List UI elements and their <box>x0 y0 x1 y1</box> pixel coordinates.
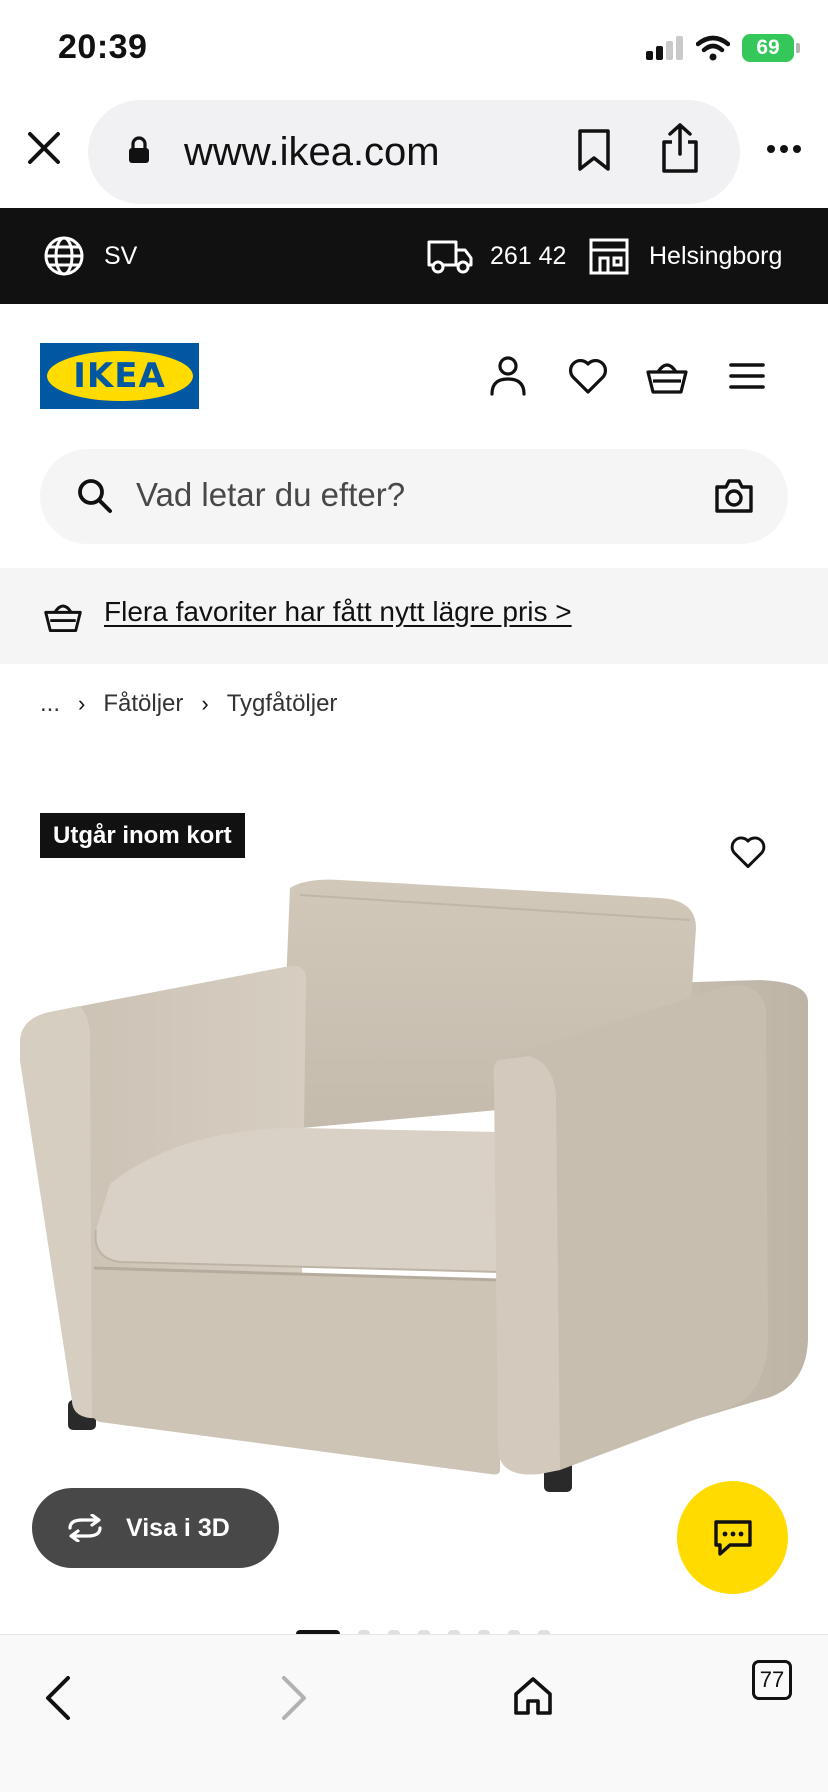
postal-code[interactable]: 261 42 <box>490 242 566 271</box>
promo-banner[interactable]: Flera favoriter har fått nytt lägre pris… <box>0 568 828 664</box>
battery-level: 69 <box>756 36 780 59</box>
tabs-icon[interactable]: 77 <box>752 1660 792 1700</box>
tabs-count: 77 <box>759 1667 785 1692</box>
lock-icon <box>129 136 149 163</box>
truck-icon[interactable] <box>426 236 474 276</box>
breadcrumb: ... › Fåtöljer › Tygfåtöljer <box>40 690 337 718</box>
url-text[interactable]: www.ikea.com <box>184 130 440 175</box>
logo-ellipse: IKEA <box>46 351 193 401</box>
status-bar: 20:39 69 <box>0 0 828 100</box>
store-name[interactable]: Helsingborg <box>649 242 782 271</box>
store-icon[interactable] <box>588 236 630 276</box>
search-bar[interactable]: Vad letar du efter? <box>40 449 788 544</box>
view-3d-label: Visa i 3D <box>126 1513 230 1542</box>
heart-icon[interactable] <box>567 354 609 398</box>
chevron-right-icon: › <box>78 691 86 716</box>
favorite-heart-icon[interactable] <box>727 832 769 872</box>
signal-icon <box>646 36 683 60</box>
home-icon[interactable] <box>512 1675 554 1717</box>
ikea-logo[interactable]: IKEA <box>40 343 199 409</box>
breadcrumb-item[interactable]: Fåtöljer <box>103 690 183 718</box>
chat-button[interactable] <box>677 1481 788 1594</box>
status-badge: Utgår inom kort <box>40 813 245 858</box>
share-icon[interactable] <box>660 122 700 174</box>
wifi-icon <box>696 35 730 61</box>
logo-text: IKEA <box>73 356 166 396</box>
forward-icon[interactable] <box>280 1675 310 1721</box>
menu-icon[interactable] <box>728 354 766 398</box>
more-icon[interactable] <box>766 144 802 154</box>
search-input[interactable]: Vad letar du efter? <box>136 476 405 514</box>
search-icon <box>78 479 112 513</box>
status-time: 20:39 <box>58 28 148 66</box>
back-icon[interactable] <box>42 1675 72 1721</box>
chat-icon <box>713 1519 752 1556</box>
status-icons: 69 <box>646 34 800 62</box>
chevron-right-icon: › <box>201 691 209 716</box>
armchair-image[interactable] <box>0 870 828 1510</box>
basket-icon <box>44 604 82 632</box>
basket-icon[interactable] <box>645 354 689 398</box>
rotate-icon <box>68 1514 102 1542</box>
camera-icon[interactable] <box>714 477 754 515</box>
view-3d-button[interactable]: Visa i 3D <box>32 1488 279 1568</box>
address-bar[interactable]: www.ikea.com <box>88 100 740 204</box>
globe-icon[interactable] <box>42 234 86 278</box>
breadcrumb-item[interactable]: Tygfåtöljer <box>227 690 338 718</box>
utility-bar: SV 261 42 Helsingborg <box>0 208 828 304</box>
browser-url-row: www.ikea.com <box>0 100 828 204</box>
language-label[interactable]: SV <box>104 242 137 271</box>
breadcrumb-ellipsis[interactable]: ... <box>40 690 60 718</box>
browser-bottom-bar <box>0 1634 828 1792</box>
close-icon[interactable] <box>22 126 66 170</box>
user-icon[interactable] <box>488 354 528 398</box>
bookmark-icon[interactable] <box>576 128 612 172</box>
promo-link[interactable]: Flera favoriter har fått nytt lägre pris… <box>104 596 572 628</box>
battery-icon: 69 <box>742 34 800 62</box>
